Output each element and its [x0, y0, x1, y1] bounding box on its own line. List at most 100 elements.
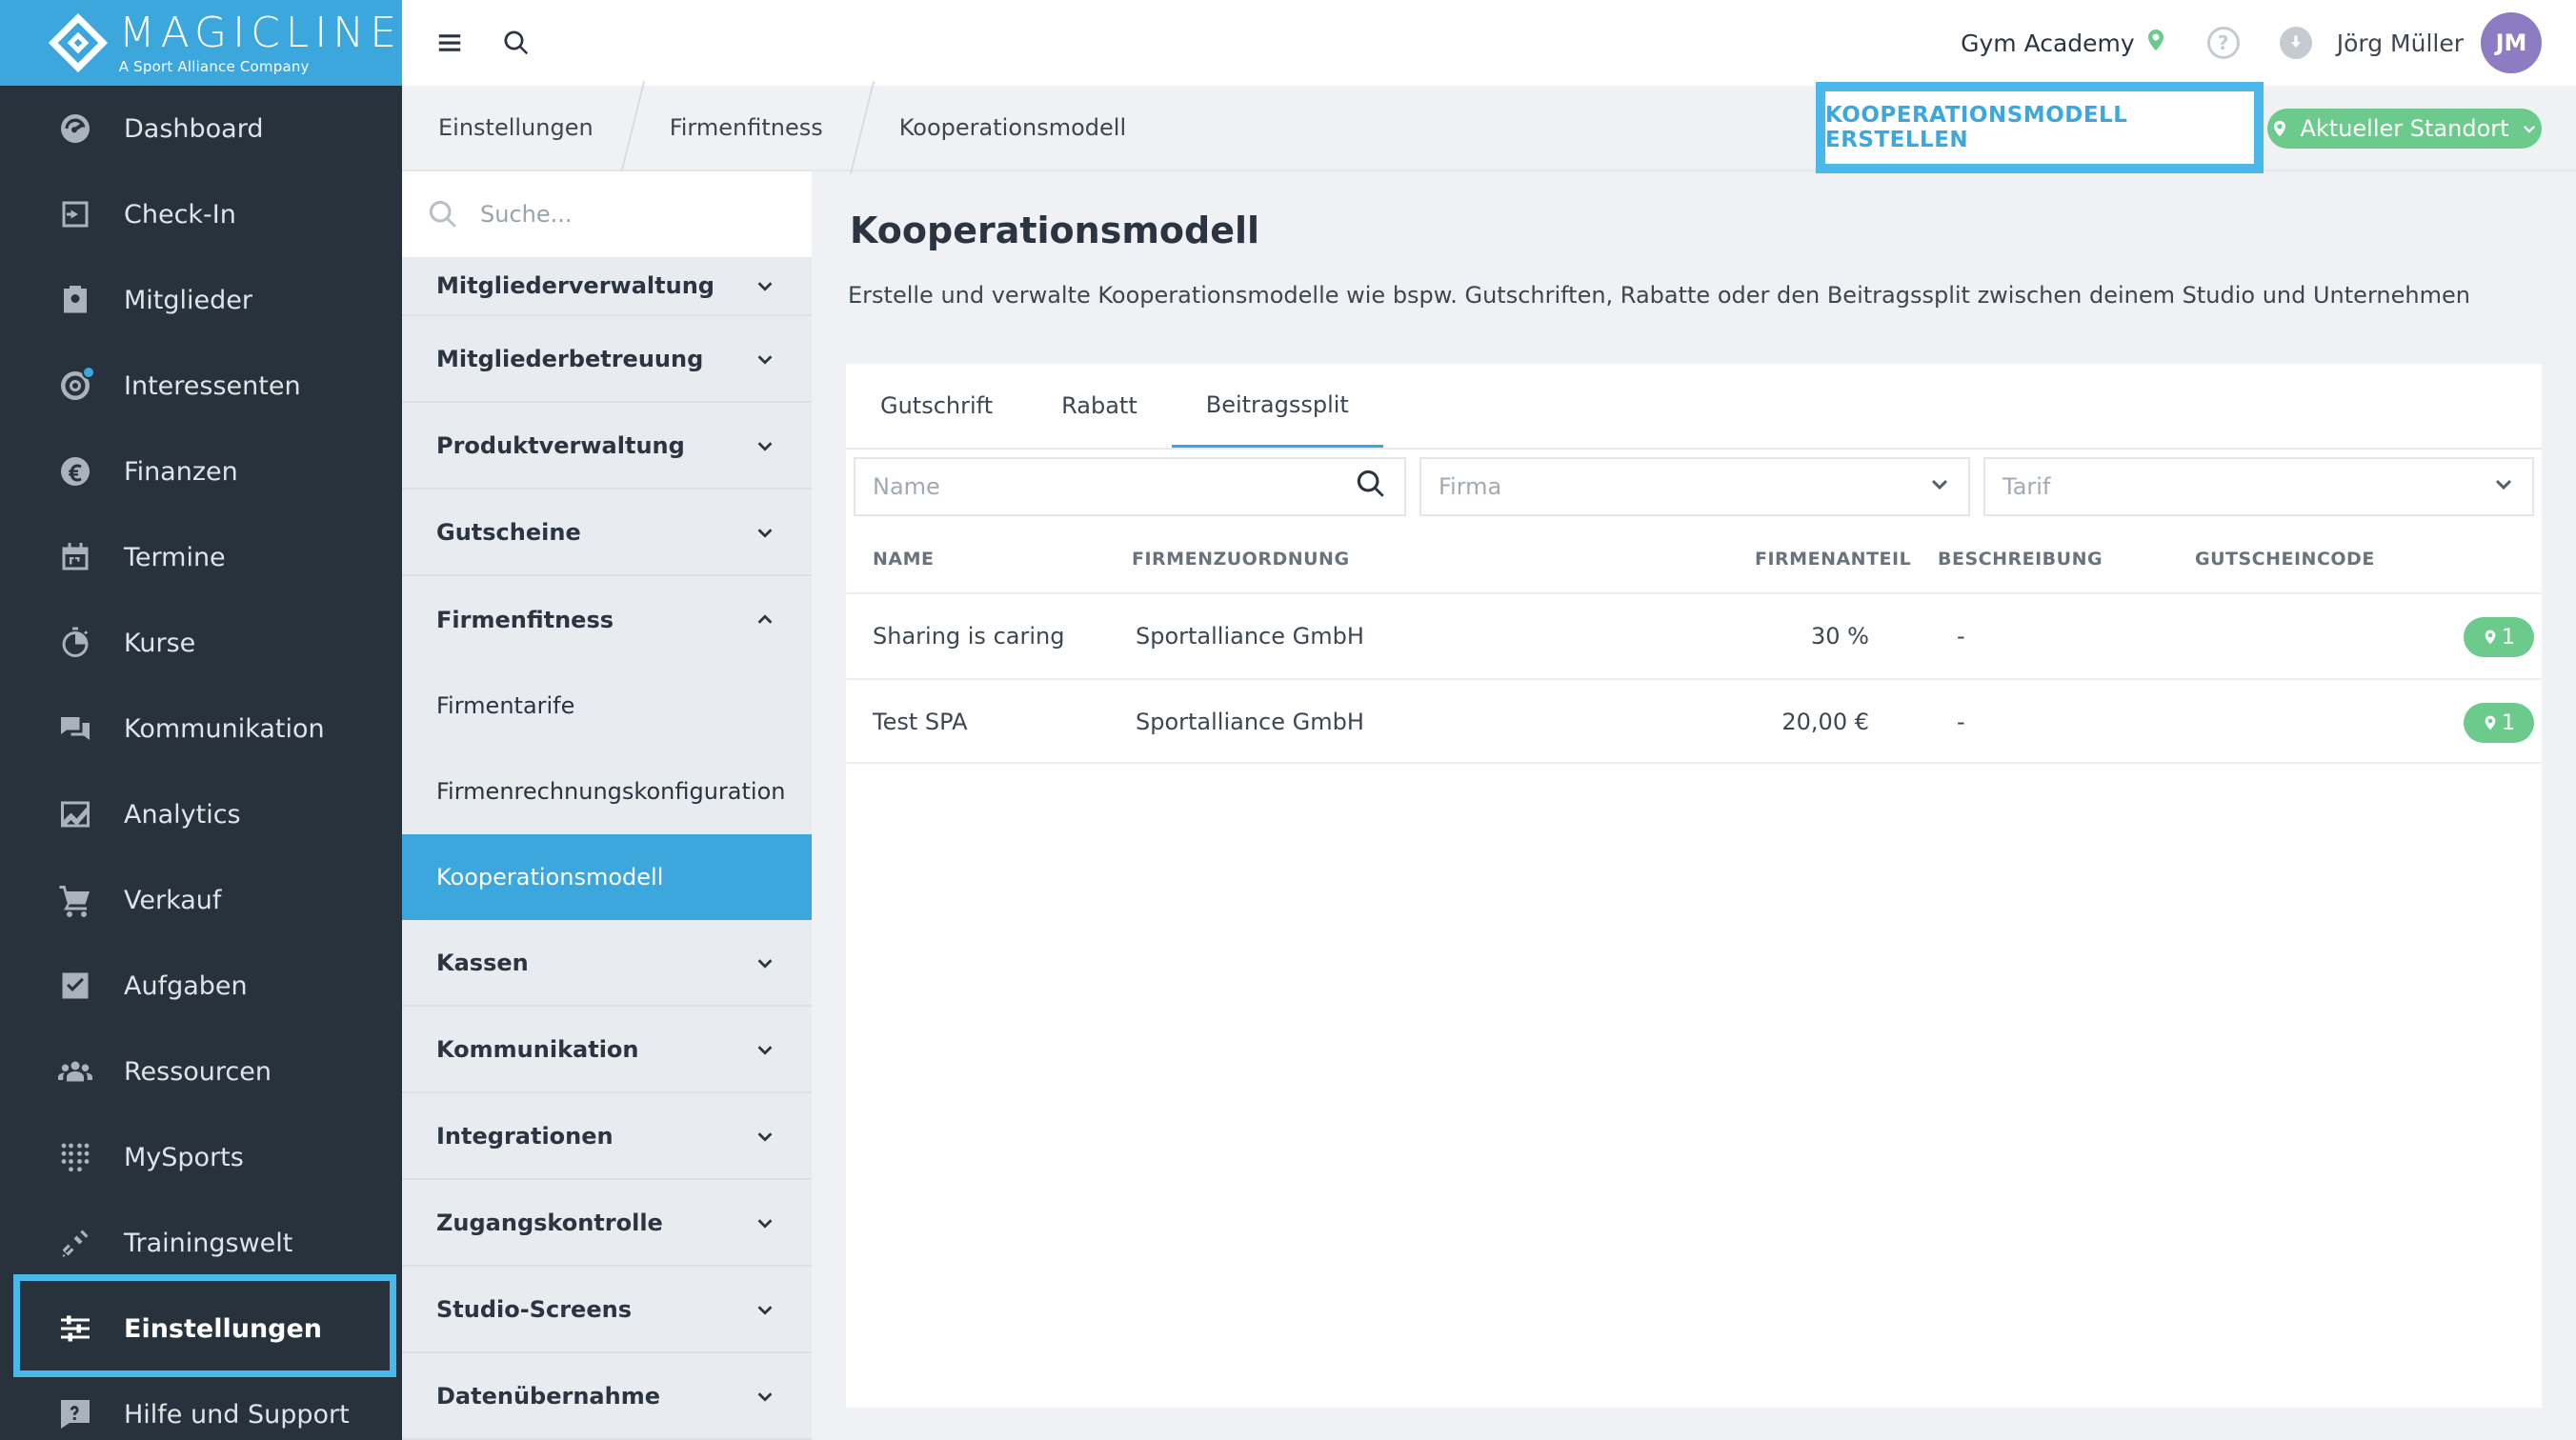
- calendar-icon: [57, 539, 93, 575]
- tab-beitragssplit[interactable]: Beitragssplit: [1171, 364, 1383, 448]
- nav-item-aufgaben[interactable]: Aufgaben: [0, 943, 402, 1029]
- column-header-firmenzuordnung[interactable]: FIRMENZUORDNUNG: [1132, 549, 1350, 570]
- nav-item-mitglieder[interactable]: Mitglieder: [0, 257, 402, 343]
- brand-logo[interactable]: MAGICLINE A Sport Alliance Company: [0, 0, 402, 86]
- submenu-group-mitgliederverwaltung[interactable]: Mitgliederverwaltung: [402, 257, 812, 316]
- logo-subtitle: A Sport Alliance Company: [118, 57, 310, 75]
- chevron-down-icon: [2523, 125, 2535, 133]
- submenu-group-produktverwaltung[interactable]: Produktverwaltung: [402, 403, 812, 490]
- firma-placeholder: Firma: [1439, 473, 1502, 500]
- submenu-group-firmenfitness[interactable]: Firmenfitness: [402, 576, 812, 663]
- table-row[interactable]: Sharing is caring Sportalliance GmbH 30 …: [846, 592, 2542, 678]
- create-cooperation-model-button[interactable]: KOOPERATIONSMODELL ERSTELLEN: [1825, 91, 2254, 164]
- tab-rabatt[interactable]: Rabatt: [1027, 364, 1172, 448]
- submenu-group-kommunikation[interactable]: Kommunikation: [402, 1007, 812, 1093]
- nav-label: Hilfe und Support: [124, 1399, 350, 1430]
- column-header-beschreibung[interactable]: BESCHREIBUNG: [1938, 549, 2103, 570]
- nav-label: Analytics: [124, 799, 241, 830]
- submenu-group-gutscheine[interactable]: Gutscheine: [402, 490, 812, 576]
- nav-item-termine[interactable]: Termine: [0, 514, 402, 600]
- search-icon[interactable]: [497, 24, 535, 62]
- cell-share: 30 %: [1811, 623, 1869, 650]
- main-sidebar: MAGICLINE A Sport Alliance Company Dashb…: [0, 0, 402, 1440]
- nav-item-trainingswelt[interactable]: Trainingswelt: [0, 1200, 402, 1286]
- chevron-down-icon: [755, 1039, 775, 1060]
- nav-label: Ressourcen: [124, 1056, 272, 1087]
- help-chat-icon: [57, 1396, 93, 1432]
- nav-label: Termine: [124, 542, 226, 572]
- nav-label: Trainingswelt: [124, 1228, 293, 1258]
- tab-bar: Gutschrift Rabatt Beitragssplit: [846, 364, 2542, 450]
- location-count-badge[interactable]: 1: [2464, 703, 2534, 743]
- submenu-item-firmentarife[interactable]: Firmentarife: [402, 663, 812, 749]
- breadcrumb-item[interactable]: Firmenfitness: [634, 85, 861, 170]
- page-description: Erstelle und verwalte Kooperationsmodell…: [848, 282, 2470, 309]
- submenu-group-kassen[interactable]: Kassen: [402, 920, 812, 1007]
- page-title: Kooperationsmodell: [850, 210, 1260, 251]
- nav-label: Kommunikation: [124, 713, 325, 744]
- chevron-down-icon: [1928, 472, 1951, 501]
- nav-item-ressourcen[interactable]: Ressourcen: [0, 1029, 402, 1114]
- submenu-search[interactable]: Suche...: [402, 171, 812, 257]
- submenu-group-studio-screens[interactable]: Studio-Screens: [402, 1267, 812, 1353]
- dashboard-icon: [57, 110, 93, 147]
- studio-name[interactable]: Gym Academy: [1961, 30, 2135, 57]
- tab-gutschrift[interactable]: Gutschrift: [880, 364, 1027, 448]
- nav-item-einstellungen[interactable]: Einstellungen: [0, 1286, 402, 1371]
- checkbox-icon: [57, 968, 93, 1004]
- nav-label: Aufgaben: [124, 970, 248, 1001]
- cell-share: 20,00 €: [1781, 709, 1869, 735]
- search-icon[interactable]: [1355, 468, 1387, 506]
- nav-item-dashboard[interactable]: Dashboard: [0, 86, 402, 171]
- submenu-item-kooperationsmodell[interactable]: Kooperationsmodell: [402, 834, 812, 920]
- nav-item-finanzen[interactable]: Finanzen: [0, 429, 402, 514]
- table-row[interactable]: Test SPA Sportalliance GmbH 20,00 € - 1: [846, 678, 2542, 764]
- chevron-down-icon: [755, 1299, 775, 1320]
- location-pin-icon: [2485, 630, 2496, 645]
- submenu-group-label: Produktverwaltung: [436, 431, 685, 459]
- submenu-group-label: Kassen: [436, 949, 529, 976]
- nav-item-mysports[interactable]: MySports: [0, 1114, 402, 1200]
- nav-item-hilfe[interactable]: Hilfe und Support: [0, 1371, 402, 1440]
- submenu-group-integrationen[interactable]: Integrationen: [402, 1093, 812, 1180]
- nav-item-verkauf[interactable]: Verkauf: [0, 857, 402, 943]
- nav-item-interessenten[interactable]: Interessenten: [0, 343, 402, 429]
- breadcrumb-item-current: Kooperationsmodell: [898, 114, 1127, 141]
- nav-label: Dashboard: [124, 113, 264, 144]
- chevron-down-icon: [755, 522, 775, 543]
- chevron-down-icon: [755, 435, 775, 456]
- column-header-firmenanteil[interactable]: FIRMENANTEIL: [1755, 549, 1911, 570]
- submenu-group-label: Gutscheine: [436, 518, 581, 546]
- column-header-name[interactable]: NAME: [873, 549, 935, 570]
- chevron-down-icon: [755, 952, 775, 973]
- create-button-highlight: KOOPERATIONSMODELL ERSTELLEN: [1816, 82, 2264, 173]
- nav-item-kurse[interactable]: Kurse: [0, 600, 402, 686]
- location-count-badge[interactable]: 1: [2464, 617, 2534, 657]
- tarif-placeholder: Tarif: [2002, 473, 2051, 500]
- logo-name: MAGICLINE: [118, 8, 402, 57]
- nav-item-analytics[interactable]: Analytics: [0, 771, 402, 857]
- hamburger-menu-icon[interactable]: [431, 24, 469, 62]
- download-icon[interactable]: [2279, 27, 2312, 59]
- submenu-group-label: Kommunikation: [436, 1035, 639, 1063]
- nav-item-kommunikation[interactable]: Kommunikation: [0, 686, 402, 771]
- submenu-item-firmenrechnungskonfiguration[interactable]: Firmenrechnungskonfiguration: [402, 749, 812, 834]
- avatar[interactable]: JM: [2481, 12, 2542, 73]
- tarif-select[interactable]: Tarif: [1983, 457, 2534, 516]
- cell-name: Test SPA: [873, 709, 968, 735]
- submenu-group-zugangskontrolle[interactable]: Zugangskontrolle: [402, 1180, 812, 1267]
- nav-label: Interessenten: [124, 370, 301, 401]
- help-icon[interactable]: ?: [2206, 27, 2240, 59]
- current-location-button[interactable]: Aktueller Standort: [2267, 109, 2542, 149]
- nav-item-check-in[interactable]: Check-In: [0, 171, 402, 257]
- firma-select[interactable]: Firma: [1419, 457, 1970, 516]
- breadcrumb-item[interactable]: Einstellungen: [402, 85, 632, 170]
- column-header-gutscheincode[interactable]: GUTSCHEINCODE: [2195, 549, 2375, 570]
- check-in-icon: [57, 196, 93, 232]
- submenu-group-mitgliederbetreuung[interactable]: Mitgliederbetreuung: [402, 316, 812, 403]
- cell-company: Sportalliance GmbH: [1136, 623, 1364, 650]
- cell-name: Sharing is caring: [873, 623, 1065, 650]
- name-search-input[interactable]: Name: [854, 457, 1406, 516]
- user-name[interactable]: Jörg Müller: [2337, 30, 2464, 57]
- submenu-group-datenuebernahme[interactable]: Datenübernahme: [402, 1353, 812, 1440]
